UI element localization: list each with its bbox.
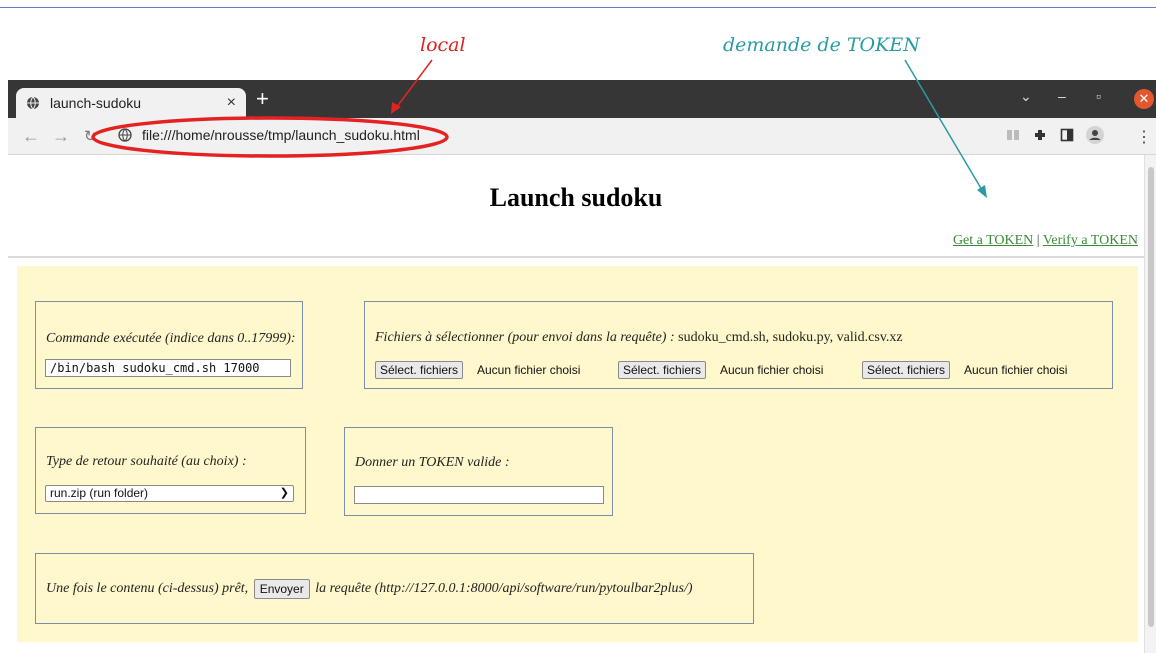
token-input[interactable] <box>354 486 604 504</box>
forward-icon[interactable]: → <box>52 126 70 147</box>
divider <box>8 256 1144 258</box>
command-fieldset: Commande exécutée (indice dans 0..17999)… <box>35 301 303 389</box>
form-area: Commande exécutée (indice dans 0..17999)… <box>17 266 1138 642</box>
chevron-down-icon: ❯ <box>279 487 289 499</box>
minimize-icon[interactable]: – <box>1058 88 1066 104</box>
no-file-text-1: Aucun fichier choisi <box>477 363 581 377</box>
scrollbar-thumb[interactable] <box>1148 167 1154 627</box>
tab-search-icon[interactable]: ⌄ <box>1020 88 1032 105</box>
side-panel-icon[interactable] <box>1060 128 1074 142</box>
return-type-select[interactable]: run.zip (run folder) ❯ <box>45 485 294 502</box>
select-files-button-3[interactable]: Sélect. fichiers <box>862 361 951 379</box>
files-label: Fichiers à sélectionner (pour envoi dans… <box>375 330 903 346</box>
browser-toolbar: ← → ↻ file:///home/nrousse/tmp/launch_su… <box>8 118 1156 155</box>
command-label: Commande exécutée (indice dans 0..17999)… <box>46 331 296 346</box>
back-icon[interactable]: ← <box>22 126 40 147</box>
reading-list-icon[interactable] <box>1006 128 1020 142</box>
no-file-text-2: Aucun fichier choisi <box>720 363 824 377</box>
files-label-text: Fichiers à sélectionner (pour envoi dans… <box>375 330 675 345</box>
url-text: file:///home/nrousse/tmp/launch_sudoku.h… <box>142 127 420 143</box>
window-close-icon[interactable]: ✕ <box>1134 89 1154 109</box>
token-links: Get a TOKEN | Verify a TOKEN <box>953 233 1138 249</box>
return-type-fieldset: Type de retour souhaité (au choix) : run… <box>35 427 306 514</box>
submit-text-after: la requête (http://127.0.0.1:8000/api/so… <box>315 581 693 597</box>
annotation-token-request: demande de TOKEN <box>723 34 920 56</box>
get-token-link[interactable]: Get a TOKEN <box>953 233 1033 248</box>
return-type-selected: run.zip (run folder) <box>50 486 149 500</box>
browser-tab[interactable]: launch-sudoku × <box>16 88 246 118</box>
profile-avatar-icon[interactable] <box>1086 126 1104 144</box>
link-separator: | <box>1036 233 1040 248</box>
reload-icon[interactable]: ↻ <box>84 127 97 145</box>
token-label: Donner un TOKEN valide : <box>355 455 510 470</box>
no-file-text-3: Aucun fichier choisi <box>964 363 1068 377</box>
title-bar: launch-sudoku × + ⌄ – ▫ ✕ <box>8 80 1156 118</box>
menu-kebab-icon[interactable]: ⋮ <box>1136 127 1152 147</box>
submit-fieldset: Une fois le contenu (ci-dessus) prêt, En… <box>35 553 754 624</box>
verify-token-link[interactable]: Verify a TOKEN <box>1043 233 1138 248</box>
new-tab-button[interactable]: + <box>256 86 269 112</box>
browser-window: launch-sudoku × + ⌄ – ▫ ✕ ← → ↻ file:///… <box>8 80 1156 653</box>
send-button[interactable]: Envoyer <box>253 579 310 599</box>
extensions-icon[interactable] <box>1033 128 1047 142</box>
files-list: sudoku_cmd.sh, sudoku.py, valid.csv.xz <box>678 330 903 345</box>
return-type-label: Type de retour souhaité (au choix) : <box>46 454 247 469</box>
files-fieldset: Fichiers à sélectionner (pour envoi dans… <box>364 301 1113 389</box>
submit-text-before: Une fois le contenu (ci-dessus) prêt, <box>46 581 249 597</box>
select-files-button-2[interactable]: Sélect. fichiers <box>618 361 707 379</box>
top-border-line <box>0 7 1156 8</box>
maximize-icon[interactable]: ▫ <box>1096 88 1101 104</box>
token-fieldset: Donner un TOKEN valide : <box>344 427 613 516</box>
tab-close-icon[interactable]: × <box>227 94 236 112</box>
globe-icon <box>27 96 39 110</box>
annotation-local: local <box>420 34 466 56</box>
page-title: Launch sudoku <box>489 183 663 212</box>
tab-title: launch-sudoku <box>50 95 142 111</box>
address-bar[interactable]: file:///home/nrousse/tmp/launch_sudoku.h… <box>118 127 420 143</box>
page-scrollbar[interactable] <box>1144 155 1156 653</box>
page-content: Launch sudoku Get a TOKEN | Verify a TOK… <box>8 155 1144 653</box>
select-files-button-1[interactable]: Sélect. fichiers <box>375 361 464 379</box>
submit-line: Une fois le contenu (ci-dessus) prêt, En… <box>46 579 693 599</box>
site-info-icon[interactable] <box>118 128 132 142</box>
command-input[interactable]: /bin/bash sudoku_cmd.sh 17000 <box>45 359 291 377</box>
